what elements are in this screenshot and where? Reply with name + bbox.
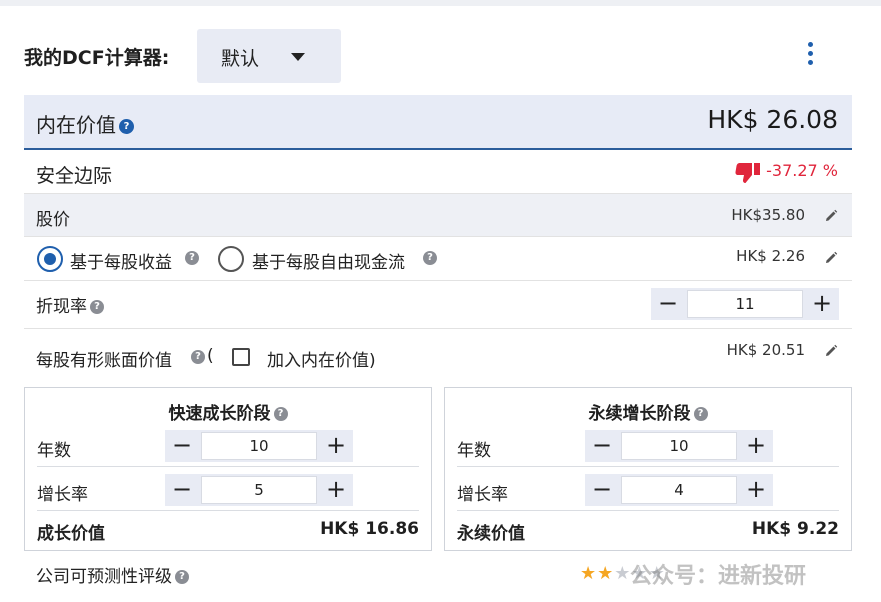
divider xyxy=(37,510,419,511)
caret-down-icon xyxy=(291,53,305,61)
edit-pencil-icon[interactable] xyxy=(824,344,838,358)
edit-pencil-icon[interactable] xyxy=(824,209,838,223)
fast-growth-years-label: 年数 xyxy=(37,441,71,461)
preset-value: 默认 xyxy=(221,48,260,70)
terminal-years-input[interactable]: 10 xyxy=(621,432,737,460)
divider xyxy=(457,466,839,467)
earnings-basis-row: 基于每股收益 ? 基于每股自由现金流 ? HK$ 2.26 xyxy=(24,237,852,281)
increment-button[interactable]: + xyxy=(739,430,773,462)
fast-growth-rate-stepper: − 5 + xyxy=(165,474,353,506)
calculator-title: 我的DCF计算器: xyxy=(24,47,170,69)
margin-of-safety-value: -37.27 % xyxy=(766,161,838,180)
terminal-years-stepper: − 10 + xyxy=(585,430,773,462)
predictability-label: 公司可预测性评级? xyxy=(36,562,189,587)
decrement-button[interactable]: − xyxy=(651,288,685,320)
terminal-growth-title-text: 永续增长阶段 xyxy=(588,404,691,424)
margin-of-safety-row: 安全边际 -37.27 % xyxy=(24,150,852,194)
increment-button[interactable]: + xyxy=(739,474,773,506)
help-icon[interactable]: ? xyxy=(90,300,104,314)
help-icon[interactable]: ? xyxy=(423,251,437,265)
decrement-button[interactable]: − xyxy=(165,430,199,462)
radio-fcf-label: 基于每股自由现金流 xyxy=(252,253,405,273)
star-icon: ★ xyxy=(597,563,615,584)
discount-rate-label: 折现率? xyxy=(36,292,104,317)
margin-of-safety-label: 安全边际 xyxy=(36,165,113,187)
share-price-value: HK$35.80 xyxy=(731,206,805,224)
fast-growth-years-input[interactable]: 10 xyxy=(201,432,317,460)
share-price-label: 股价 xyxy=(36,210,70,230)
terminal-value: HK$ 9.22 xyxy=(751,519,839,539)
discount-rate-row: 折现率? − 11 + xyxy=(24,281,852,329)
terminal-value-label: 永续价值 xyxy=(457,524,525,544)
include-book-value-checkbox[interactable] xyxy=(232,348,250,366)
fast-growth-title: 快速成长阶段? xyxy=(25,399,431,424)
help-icon[interactable]: ? xyxy=(191,350,205,364)
growth-value: HK$ 16.86 xyxy=(320,519,419,539)
help-icon[interactable]: ? xyxy=(273,407,288,421)
top-strip xyxy=(0,0,881,6)
growth-value-label: 成长价值 xyxy=(37,524,105,544)
thumbs-down-icon xyxy=(735,163,760,183)
terminal-rate-input[interactable]: 4 xyxy=(621,476,737,504)
edit-pencil-icon[interactable] xyxy=(824,251,838,265)
fast-growth-rate-label: 增长率 xyxy=(37,485,88,505)
divider xyxy=(457,510,839,511)
discount-rate-stepper: − 11 + xyxy=(651,288,839,320)
watermark: 公众号：进新投研 xyxy=(630,564,807,589)
book-value-value: HK$ 20.51 xyxy=(726,341,805,359)
fast-growth-panel: 快速成长阶段? 年数 − 10 + 增长率 − 5 + 成长价值 HK$ 16.… xyxy=(24,387,432,551)
basis-value: HK$ 2.26 xyxy=(736,247,805,265)
star-empty-icon: ★ xyxy=(614,563,632,584)
radio-eps[interactable] xyxy=(37,246,63,272)
help-icon[interactable]: ? xyxy=(119,119,134,134)
divider xyxy=(37,466,419,467)
help-icon[interactable]: ? xyxy=(185,251,199,265)
help-icon[interactable]: ? xyxy=(175,570,189,584)
discount-rate-label-text: 折现率 xyxy=(36,297,87,317)
terminal-rate-label: 增长率 xyxy=(457,485,508,505)
decrement-button[interactable]: − xyxy=(585,430,619,462)
predictability-label-text: 公司可预测性评级 xyxy=(36,567,172,587)
fast-growth-title-text: 快速成长阶段 xyxy=(168,404,271,424)
fast-growth-rate-input[interactable]: 5 xyxy=(201,476,317,504)
intrinsic-value-label-text: 内在价值 xyxy=(36,113,116,137)
decrement-button[interactable]: − xyxy=(165,474,199,506)
terminal-growth-panel: 永续增长阶段? 年数 − 10 + 增长率 − 4 + 永续价值 HK$ 9.2… xyxy=(444,387,852,551)
book-value-label: 每股有形账面价值 xyxy=(36,351,172,371)
include-book-value-label: 加入内在价值) xyxy=(267,351,376,371)
intrinsic-value: HK$ 26.08 xyxy=(707,105,838,134)
discount-rate-input[interactable]: 11 xyxy=(687,290,803,318)
intrinsic-value-row: 内在价值? HK$ 26.08 xyxy=(24,95,852,150)
share-price-row: 股价 HK$35.80 xyxy=(24,194,852,237)
radio-fcf[interactable] xyxy=(218,246,244,272)
radio-eps-label: 基于每股收益 xyxy=(70,253,172,273)
open-paren: ( xyxy=(207,346,214,366)
increment-button[interactable]: + xyxy=(319,430,353,462)
book-value-row: 每股有形账面价值 ? ( 加入内在价值) HK$ 20.51 xyxy=(24,329,852,386)
fast-growth-years-stepper: − 10 + xyxy=(165,430,353,462)
terminal-years-label: 年数 xyxy=(457,441,491,461)
intrinsic-value-label: 内在价值? xyxy=(36,109,134,138)
more-options-icon[interactable] xyxy=(803,42,817,70)
terminal-rate-stepper: − 4 + xyxy=(585,474,773,506)
increment-button[interactable]: + xyxy=(319,474,353,506)
decrement-button[interactable]: − xyxy=(585,474,619,506)
help-icon[interactable]: ? xyxy=(693,407,708,421)
increment-button[interactable]: + xyxy=(805,288,839,320)
terminal-growth-title: 永续增长阶段? xyxy=(445,399,851,424)
preset-select[interactable]: 默认 xyxy=(197,29,341,83)
star-icon: ★ xyxy=(580,563,598,584)
